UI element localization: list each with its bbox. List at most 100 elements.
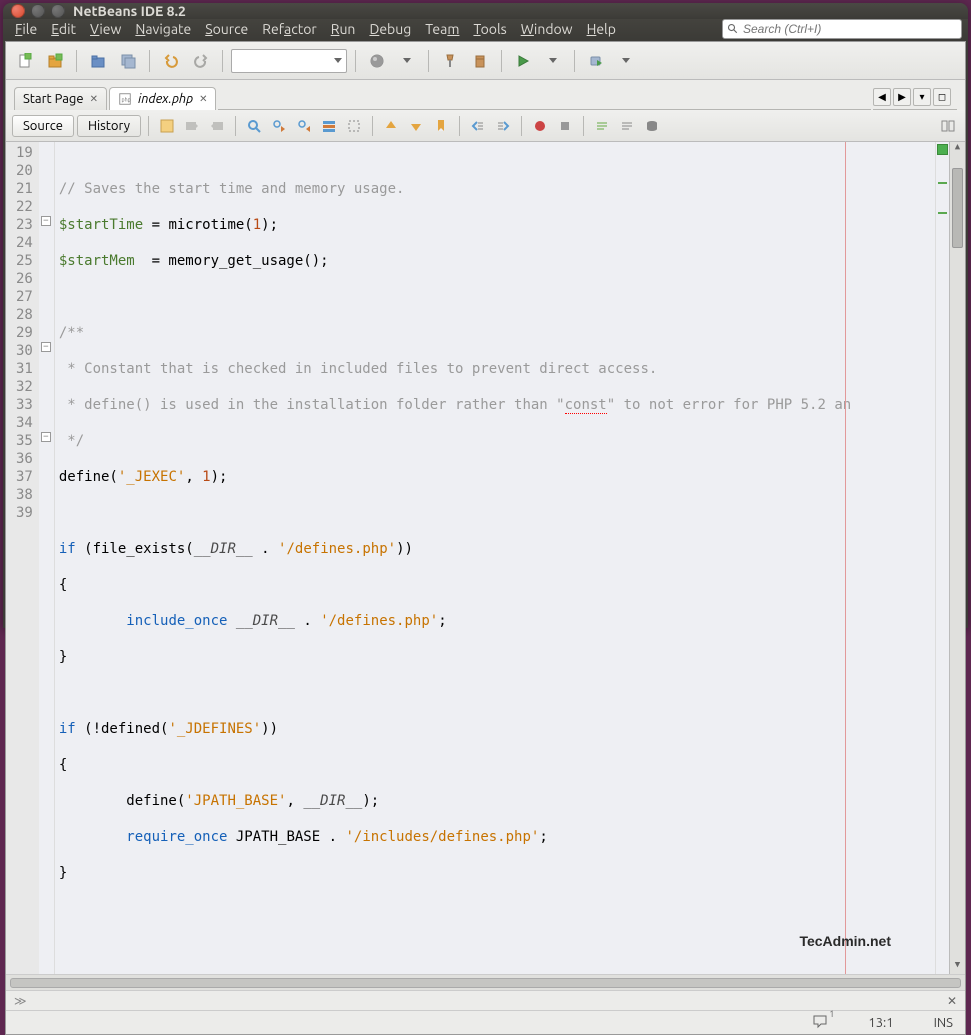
vertical-scrollbar[interactable]: ▲ ▼: [949, 142, 965, 974]
shift-right-button[interactable]: [492, 115, 514, 137]
menu-help[interactable]: Help: [581, 19, 622, 39]
history-view-button[interactable]: History: [77, 115, 141, 137]
goto-type-button[interactable]: [641, 115, 663, 137]
tab-prev-button[interactable]: ◀: [873, 88, 891, 106]
uncomment-button[interactable]: [616, 115, 638, 137]
window-title: NetBeans IDE 8.2: [73, 3, 186, 19]
menu-team[interactable]: Team: [419, 19, 465, 39]
menu-file[interactable]: File: [9, 19, 43, 39]
svg-text:php: php: [121, 97, 130, 103]
open-project-button[interactable]: [85, 48, 111, 74]
menu-source[interactable]: Source: [199, 19, 254, 39]
window-controls: [11, 4, 65, 18]
tab-label: Start Page: [23, 92, 84, 106]
save-all-button[interactable]: [115, 48, 141, 74]
chevron-down-icon: [549, 58, 557, 63]
expand-debug-button[interactable]: [613, 48, 639, 74]
breadcrumb-chevron-icon[interactable]: ≫: [14, 994, 27, 1008]
find-prev-button[interactable]: [268, 115, 290, 137]
insert-mode[interactable]: INS: [934, 1016, 953, 1030]
breadcrumb-close-icon[interactable]: ✕: [947, 994, 957, 1008]
maximize-window-button[interactable]: [51, 4, 65, 18]
horizontal-scrollbar[interactable]: [6, 974, 965, 990]
back-button[interactable]: [181, 115, 203, 137]
line-number-gutter[interactable]: 1920212223242526272829303132333435363738…: [6, 142, 39, 974]
tab-index-php[interactable]: php index.php ✕: [109, 87, 216, 110]
tab-next-button[interactable]: ▶: [893, 88, 911, 106]
search-input[interactable]: [743, 22, 957, 36]
tab-maximize-button[interactable]: ◻: [933, 88, 951, 106]
status-ok-icon: [937, 144, 948, 155]
scrollbar-thumb[interactable]: [952, 168, 963, 248]
prev-bookmark-button[interactable]: [380, 115, 402, 137]
new-project-button[interactable]: [42, 48, 68, 74]
macro-record-button[interactable]: [529, 115, 551, 137]
scrollbar-thumb[interactable]: [10, 978, 961, 988]
tab-list-button[interactable]: ▾: [913, 88, 931, 106]
split-vertical-button[interactable]: [937, 115, 959, 137]
menu-run[interactable]: Run: [325, 19, 362, 39]
tab-close-icon[interactable]: ✕: [90, 93, 98, 105]
build-button[interactable]: [364, 48, 390, 74]
menu-edit[interactable]: Edit: [45, 19, 82, 39]
application-window: NetBeans IDE 8.2 File Edit View Navigate…: [3, 3, 968, 628]
toggle-rect-select-button[interactable]: [343, 115, 365, 137]
find-selection-button[interactable]: [243, 115, 265, 137]
margin-line: [845, 142, 846, 974]
main-toolbar: [6, 42, 965, 80]
expand-run-button[interactable]: [540, 48, 566, 74]
php-file-icon: php: [118, 92, 132, 106]
clean-build-button[interactable]: [437, 48, 463, 74]
menu-debug[interactable]: Debug: [363, 19, 417, 39]
breadcrumb-bar: ≫ ✕: [6, 990, 965, 1010]
new-file-button[interactable]: [12, 48, 38, 74]
run-button[interactable]: [510, 48, 536, 74]
next-bookmark-button[interactable]: [405, 115, 427, 137]
chevron-down-icon: [403, 58, 411, 63]
comment-button[interactable]: [591, 115, 613, 137]
debug-button[interactable]: [583, 48, 609, 74]
search-icon: [727, 23, 739, 35]
cursor-position: 13:1: [868, 1016, 893, 1030]
config-combo[interactable]: [231, 49, 347, 73]
undo-button[interactable]: [158, 48, 184, 74]
last-edit-button[interactable]: [156, 115, 178, 137]
menu-navigate[interactable]: Navigate: [129, 19, 197, 39]
menu-window[interactable]: Window: [515, 19, 579, 39]
toggle-bookmark-button[interactable]: [430, 115, 452, 137]
redo-button[interactable]: [188, 48, 214, 74]
close-window-button[interactable]: [11, 4, 25, 18]
menu-view[interactable]: View: [84, 19, 127, 39]
find-next-button[interactable]: [293, 115, 315, 137]
macro-stop-button[interactable]: [554, 115, 576, 137]
tab-label: index.php: [138, 92, 193, 106]
tab-close-icon[interactable]: ✕: [199, 93, 207, 105]
main-content: Start Page ✕ php index.php ✕ ◀ ▶ ▾ ◻ Sou…: [5, 41, 966, 1035]
fold-toggle-icon[interactable]: −: [41, 216, 51, 226]
code-area[interactable]: // Saves the start time and memory usage…: [55, 142, 935, 974]
status-bar: 1 13:1 INS: [6, 1010, 965, 1034]
code-editor[interactable]: 1920212223242526272829303132333435363738…: [6, 142, 965, 974]
fold-toggle-icon[interactable]: −: [41, 342, 51, 352]
notifications-icon[interactable]: 1: [812, 1013, 828, 1032]
tab-start-page[interactable]: Start Page ✕: [14, 87, 107, 110]
error-stripe[interactable]: [935, 142, 949, 974]
clean-button[interactable]: [467, 48, 493, 74]
menu-refactor[interactable]: Refactor: [256, 19, 322, 39]
fold-toggle-icon[interactable]: −: [41, 432, 51, 442]
toggle-highlight-button[interactable]: [318, 115, 340, 137]
source-view-button[interactable]: Source: [12, 115, 74, 137]
titlebar: NetBeans IDE 8.2: [3, 3, 968, 19]
chevron-down-icon: [334, 58, 342, 63]
menubar: File Edit View Navigate Source Refactor …: [3, 19, 968, 39]
chevron-down-icon: [622, 58, 630, 63]
minimize-window-button[interactable]: [31, 4, 45, 18]
fold-gutter[interactable]: − − −: [39, 142, 55, 974]
menu-tools[interactable]: Tools: [467, 19, 512, 39]
shift-left-button[interactable]: [467, 115, 489, 137]
forward-button[interactable]: [206, 115, 228, 137]
editor-tabs: Start Page ✕ php index.php ✕ ◀ ▶ ▾ ◻: [6, 80, 965, 110]
expand-build-button[interactable]: [394, 48, 420, 74]
editor-toolbar: Source History: [6, 110, 965, 142]
quick-search[interactable]: [722, 19, 962, 39]
